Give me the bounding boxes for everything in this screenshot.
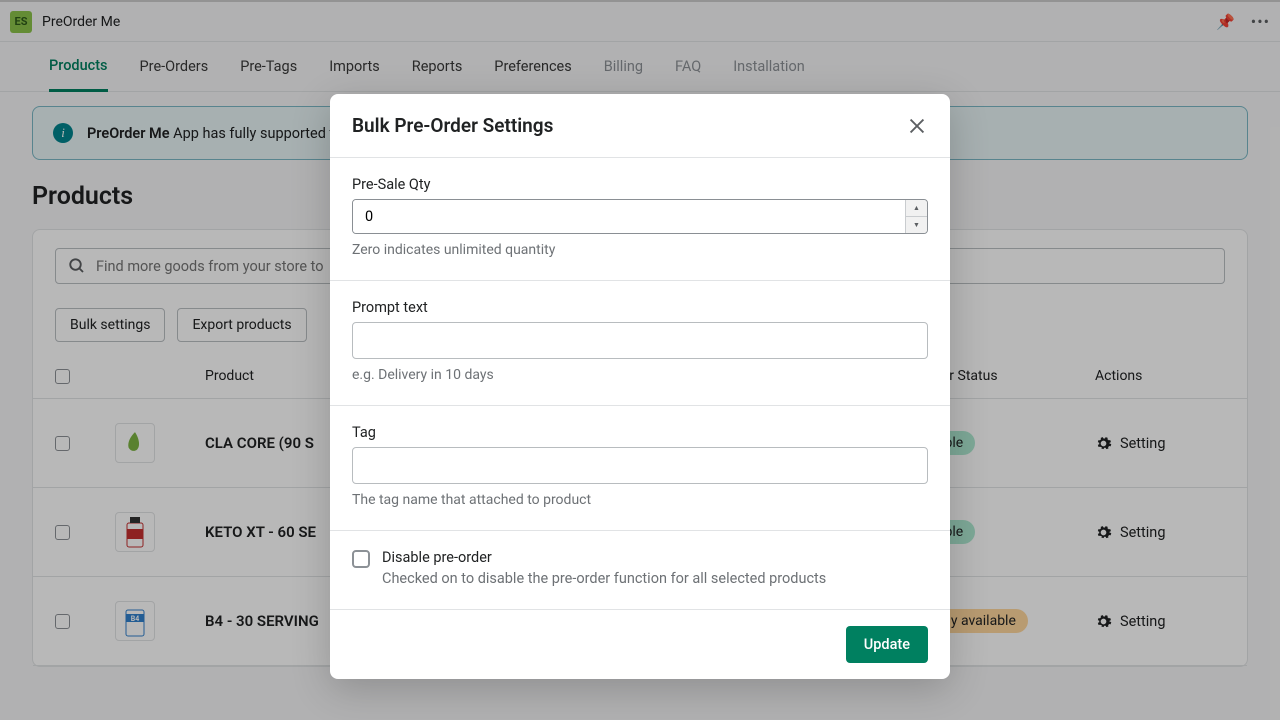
qty-input-wrap: ▲ ▼ xyxy=(352,199,928,234)
qty-down-button[interactable]: ▼ xyxy=(905,216,927,233)
tag-section: Tag The tag name that attached to produc… xyxy=(330,405,950,530)
qty-section: Pre-Sale Qty ▲ ▼ Zero indicates unlimite… xyxy=(330,157,950,280)
qty-up-button[interactable]: ▲ xyxy=(905,200,927,216)
disable-desc: Checked on to disable the pre-order func… xyxy=(382,570,928,587)
prompt-input[interactable] xyxy=(352,322,928,359)
disable-texts: Disable pre-order Checked on to disable … xyxy=(382,549,928,587)
close-icon[interactable] xyxy=(906,115,928,137)
tag-input[interactable] xyxy=(352,447,928,484)
prompt-hint: e.g. Delivery in 10 days xyxy=(352,367,928,383)
modal-header: Bulk Pre-Order Settings xyxy=(330,94,950,157)
disable-section: Disable pre-order Checked on to disable … xyxy=(330,530,950,609)
update-button[interactable]: Update xyxy=(846,626,928,663)
qty-input[interactable] xyxy=(353,200,905,233)
disable-row: Disable pre-order Checked on to disable … xyxy=(352,549,928,587)
modal-footer: Update xyxy=(330,609,950,679)
qty-spinner: ▲ ▼ xyxy=(905,200,927,233)
disable-checkbox[interactable] xyxy=(352,550,370,568)
tag-label: Tag xyxy=(352,424,928,441)
prompt-section: Prompt text e.g. Delivery in 10 days xyxy=(330,280,950,405)
disable-label: Disable pre-order xyxy=(382,549,928,566)
prompt-label: Prompt text xyxy=(352,299,928,316)
modal-title: Bulk Pre-Order Settings xyxy=(352,114,553,137)
qty-label: Pre-Sale Qty xyxy=(352,176,928,193)
tag-hint: The tag name that attached to product xyxy=(352,492,928,508)
bulk-settings-modal: Bulk Pre-Order Settings Pre-Sale Qty ▲ ▼… xyxy=(330,94,950,679)
qty-hint: Zero indicates unlimited quantity xyxy=(352,242,928,258)
